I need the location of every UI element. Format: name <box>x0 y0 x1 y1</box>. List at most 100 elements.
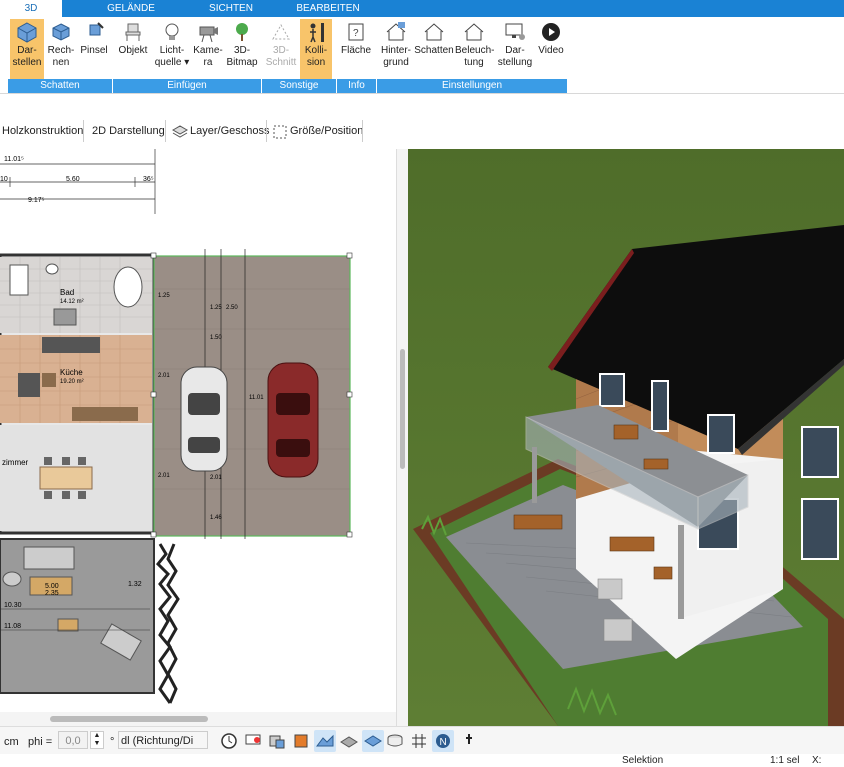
house-icon <box>424 23 444 41</box>
north-button[interactable]: N <box>432 730 454 752</box>
tab-3d[interactable]: 3D <box>0 0 62 17</box>
room-area: 19.20 m² <box>60 379 84 385</box>
phi-input[interactable]: 0,0 <box>58 731 88 749</box>
section-icon <box>272 23 290 40</box>
dimension-label: 1.25 <box>158 293 170 299</box>
view-3d[interactable] <box>408 149 844 726</box>
divider <box>362 120 363 142</box>
house-3d-render <box>408 149 844 726</box>
group-einfuegen: Einfügen <box>113 79 261 93</box>
objekt-button[interactable]: Objekt <box>115 19 151 79</box>
floor-button[interactable] <box>362 730 384 752</box>
rechnen-button[interactable]: Rech-nen <box>46 19 76 79</box>
direction-dropdown[interactable]: dl (Richtung/Di <box>118 731 208 749</box>
status-x: X: <box>812 755 822 766</box>
holzkonstruktion-button[interactable]: Holzkonstruktion <box>2 122 83 140</box>
terrain-icon <box>316 734 334 747</box>
flaeche-button[interactable]: ? Fläche <box>338 19 374 79</box>
3d-bitmap-button[interactable]: 3D- Bitmap <box>225 19 259 79</box>
status-scale: 1:1 sel <box>770 755 800 766</box>
layers-icon <box>340 736 358 748</box>
cube-icon <box>17 22 37 43</box>
room-name: zimmer <box>2 458 29 467</box>
hintergrund-button[interactable]: Hinter-grund <box>378 19 414 79</box>
kamera-button[interactable]: Kame-ra <box>193 19 223 79</box>
svg-text:?: ? <box>353 28 359 39</box>
clock-button[interactable] <box>218 730 240 752</box>
tab-bearbeiten[interactable]: BEARBEITEN <box>288 0 368 17</box>
dimension-label: 10.30 <box>4 602 22 609</box>
screen-button[interactable] <box>242 730 264 752</box>
layers-icon <box>171 125 189 138</box>
groesse-position-button[interactable]: Größe/Position <box>290 122 363 140</box>
house-icon <box>386 22 406 41</box>
vertical-scrollbar-thumb[interactable] <box>400 349 405 469</box>
lightbulb-icon <box>165 23 179 40</box>
divider <box>266 120 267 142</box>
tab-sichten[interactable]: SICHTEN <box>192 0 270 17</box>
room-name: Bad <box>60 288 74 297</box>
dimension-label: 5.00 <box>45 583 59 590</box>
dimension-label: 1.50 <box>210 335 222 341</box>
floor-icon <box>364 735 382 747</box>
svg-text:N: N <box>440 737 447 748</box>
video-button[interactable]: Video <box>536 19 566 79</box>
cylinder-icon <box>387 734 403 747</box>
grid-icon <box>412 734 426 748</box>
terrain-button[interactable] <box>314 730 336 752</box>
cube-icon <box>52 23 70 41</box>
chair-icon <box>125 23 141 41</box>
beleuchtung-button[interactable]: Beleuch-tung <box>455 19 494 79</box>
cylinder-button[interactable] <box>384 730 406 752</box>
camera-icon <box>199 26 218 43</box>
darstellung-button[interactable]: Dar-stellung <box>494 19 536 79</box>
clock-icon <box>221 733 237 749</box>
3d-schnitt-button[interactable]: 3D- Schnitt <box>264 19 298 79</box>
group-schatten: Schatten <box>8 79 112 93</box>
secondary-toolbar: Holzkonstruktion 2D Darstellung Layer/Ge… <box>0 94 844 149</box>
resize-icon <box>273 125 287 139</box>
play-icon <box>542 23 560 41</box>
floor-plan-drawing: 11.01⁵ 5.60 36⁵ 9.17⁵ 10 Bad 14.12 m² Kü… <box>0 149 353 707</box>
degree-label: ° <box>110 736 115 748</box>
darstellen-button[interactable]: Dar-stellen <box>10 19 44 79</box>
monitor-icon <box>505 23 525 40</box>
dimension-label: 11.01⁵ <box>4 156 24 163</box>
pin-button[interactable] <box>458 730 480 752</box>
object-button[interactable] <box>290 730 312 752</box>
ribbon-tab-bar: 3D GELÄNDE SICHTEN BEARBEITEN <box>0 0 844 17</box>
layer-geschoss-button[interactable]: Layer/Geschoss <box>190 122 269 140</box>
render-button[interactable] <box>266 730 288 752</box>
car-white <box>180 366 228 472</box>
dimension-label: 2.01 <box>158 373 170 379</box>
tree-icon <box>236 23 248 41</box>
layer-button[interactable] <box>338 730 360 752</box>
brush-icon <box>89 22 104 36</box>
splitter[interactable] <box>396 149 408 726</box>
phi-spinner[interactable]: ▲ ▼ <box>90 731 104 749</box>
floor-plan-2d[interactable]: 11.01⁵ 5.60 36⁵ 9.17⁵ 10 Bad 14.12 m² Kü… <box>0 149 396 712</box>
horizontal-scrollbar[interactable] <box>0 712 396 726</box>
bottom-toolbar: cm phi = 0,0 ▲ ▼ ° dl (Richtung/Di N <box>0 726 844 754</box>
grid-button[interactable] <box>408 730 430 752</box>
dimension-label: 1.32 <box>128 581 142 588</box>
dimension-label: 11.08 <box>4 623 21 630</box>
pinsel-button[interactable]: Pinsel <box>78 19 110 79</box>
dimension-label: 2.01 <box>158 473 170 479</box>
2d-darstellung-button[interactable]: 2D Darstellung <box>92 122 165 140</box>
status-bar: Selektion 1:1 sel X: <box>0 754 844 767</box>
car-red <box>267 362 319 478</box>
dimension-label: 2.01 <box>210 475 222 481</box>
north-icon: N <box>436 734 450 748</box>
dimension-label: 5.60 <box>66 176 80 183</box>
schatten-button[interactable]: Schatten <box>414 19 454 79</box>
monitor-icon <box>245 734 261 745</box>
dimension-label: 10 <box>0 176 8 183</box>
kollision-button[interactable]: Kolli-sion <box>300 19 332 79</box>
tab-gelaende[interactable]: GELÄNDE <box>92 0 170 17</box>
horizontal-scrollbar-thumb[interactable] <box>50 716 208 722</box>
group-einstellungen: Einstellungen <box>377 79 567 93</box>
render-icon <box>269 735 285 749</box>
lichtquelle-button[interactable]: Licht-quelle ▾ <box>153 19 191 79</box>
dimension-label: 11.01 <box>249 395 264 401</box>
